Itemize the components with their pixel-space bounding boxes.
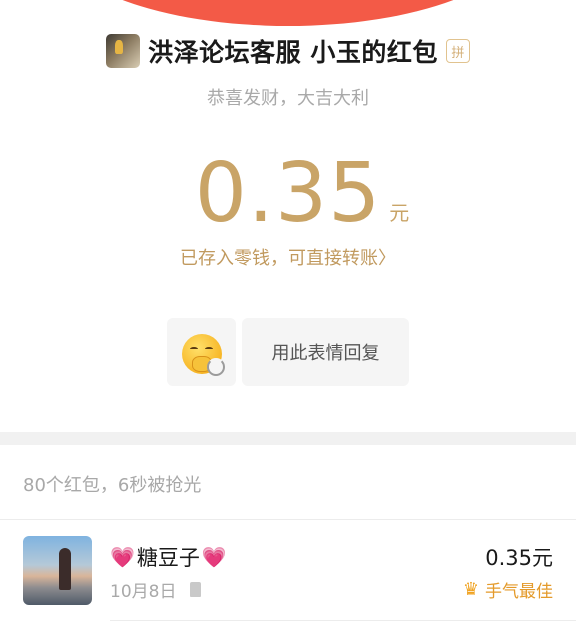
- red-envelope-top-arc: [55, 0, 521, 26]
- red-packet-detail-page: 洪泽论坛客服 小玉的红包 拼 恭喜发财，大吉大利 0.35 元 已存入零钱，可直…: [0, 0, 576, 634]
- wallet-link-label: 已存入零钱，可直接转账: [180, 248, 378, 269]
- divider: [110, 620, 576, 621]
- packet-summary: 80个红包，6秒被抢光: [23, 475, 202, 496]
- chevron-right-icon: 〉: [378, 248, 396, 269]
- received-amount: 0.35 元: [0, 142, 576, 242]
- emoji-reply-button[interactable]: [167, 318, 236, 386]
- sender-title-row: 洪泽论坛客服 小玉的红包 拼: [0, 31, 576, 71]
- crown-icon: ♛: [462, 579, 479, 600]
- blessing-text: 恭喜发财，大吉大利: [207, 88, 369, 109]
- heart-icon: 💗: [201, 545, 227, 569]
- best-luck-badge: ♛ 手气最佳: [463, 577, 553, 602]
- refresh-icon[interactable]: [207, 358, 225, 376]
- phone-icon: [190, 582, 202, 597]
- received-date: 10月8日: [110, 577, 202, 602]
- recipient-amount: 0.35元: [485, 546, 553, 570]
- reply-with-sticker-button[interactable]: 用此表情回复: [242, 318, 409, 386]
- avatar[interactable]: [23, 536, 92, 605]
- heart-icon: 💗: [110, 545, 135, 569]
- section-divider: [0, 432, 576, 445]
- date-text: 10月8日: [110, 582, 177, 602]
- pin-badge: 拼: [445, 39, 470, 63]
- best-luck-label: 手气最佳: [485, 582, 553, 602]
- recipient-name-text: 糖豆子: [136, 546, 200, 570]
- amount-value: 0.35: [194, 146, 382, 241]
- recipient-name: 💗 糖豆子 💗: [110, 542, 227, 572]
- list-item[interactable]: 💗 糖豆子 💗 10月8日 0.35元 ♛ 手气最佳: [0, 520, 576, 621]
- amount-unit: 元: [389, 201, 410, 225]
- wallet-link[interactable]: 已存入零钱，可直接转账〉: [0, 244, 576, 270]
- sender-avatar[interactable]: [106, 34, 141, 68]
- red-packet-title: 洪泽论坛客服 小玉的红包: [148, 38, 438, 67]
